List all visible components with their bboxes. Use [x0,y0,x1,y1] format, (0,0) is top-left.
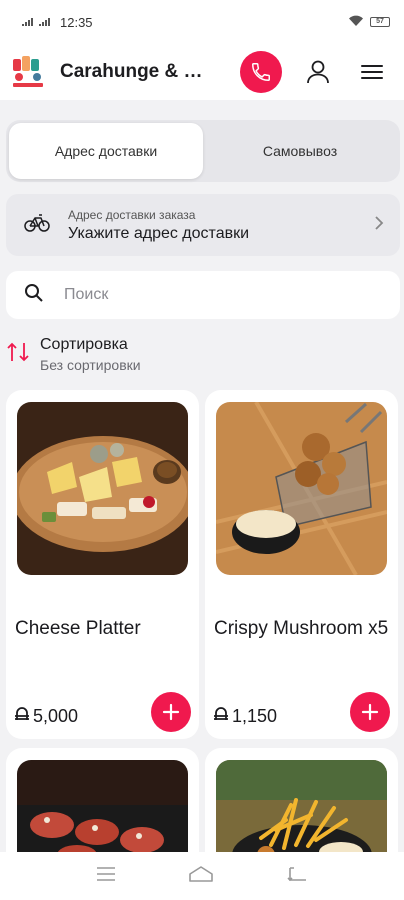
add-to-cart-button[interactable] [151,692,191,732]
plus-icon [162,703,180,721]
menu-button[interactable] [354,54,390,90]
product-name: Cheese Platter [15,618,141,639]
hamburger-icon [361,65,383,79]
add-to-cart-button[interactable] [350,692,390,732]
search-icon [24,283,44,308]
product-card[interactable] [6,748,199,868]
address-label: Адрес доставки заказа [68,207,196,222]
wifi-icon [348,15,364,30]
tab-delivery-address[interactable]: Адрес доставки [9,123,203,179]
sort-control[interactable]: Сортировка Без сортировки [6,332,141,376]
product-price: 5,000 [15,706,78,727]
sort-title: Сортировка [40,335,128,353]
dram-icon [15,706,29,727]
app-header: Carahunge & Pub [0,44,404,100]
status-time: 12:35 [60,14,93,30]
phone-icon [252,63,270,81]
search-bar [6,271,400,319]
search-input[interactable] [64,286,364,304]
product-card[interactable]: Cheese Platter 5,000 [6,390,199,739]
signal-icon-2 [39,18,50,26]
recent-apps-icon[interactable] [96,866,116,887]
delivery-address-row[interactable]: Адрес доставки заказа Укажите адрес дост… [6,194,400,256]
status-bar: 12:35 57 [0,0,404,44]
sort-value: Без сортировки [40,356,141,373]
call-button[interactable] [240,51,282,93]
chevron-right-icon [374,215,384,236]
signal-icon [22,18,33,26]
price-value: 1,150 [232,706,278,726]
sort-arrows-icon [6,341,30,368]
home-icon[interactable] [188,865,214,888]
cheese-platter-image [17,402,188,575]
tab-pickup[interactable]: Самовывоз [203,123,397,179]
product-card[interactable]: Crispy Mushroom x5 1,150 [205,390,398,739]
product-name: Crispy Mushroom x5 [214,618,389,639]
product-price: 1,150 [214,706,277,727]
back-icon[interactable] [286,865,308,888]
profile-button[interactable] [300,54,336,90]
delivery-mode-switch: Адрес доставки Самовывоз [6,120,400,182]
bicycle-icon [24,213,50,238]
restaurant-title[interactable]: Carahunge & Pub [60,61,210,83]
price-value: 5,000 [33,706,79,726]
restaurant-logo[interactable] [8,52,48,92]
product-card[interactable] [205,748,398,868]
plus-icon [361,703,379,721]
dram-icon [214,706,228,727]
crispy-mushroom-image [216,402,387,575]
user-icon [307,60,329,84]
address-value: Укажите адрес доставки [68,224,250,242]
battery-icon: 57 [370,17,390,27]
logo-icon [13,56,43,87]
system-nav-bar [0,852,404,900]
